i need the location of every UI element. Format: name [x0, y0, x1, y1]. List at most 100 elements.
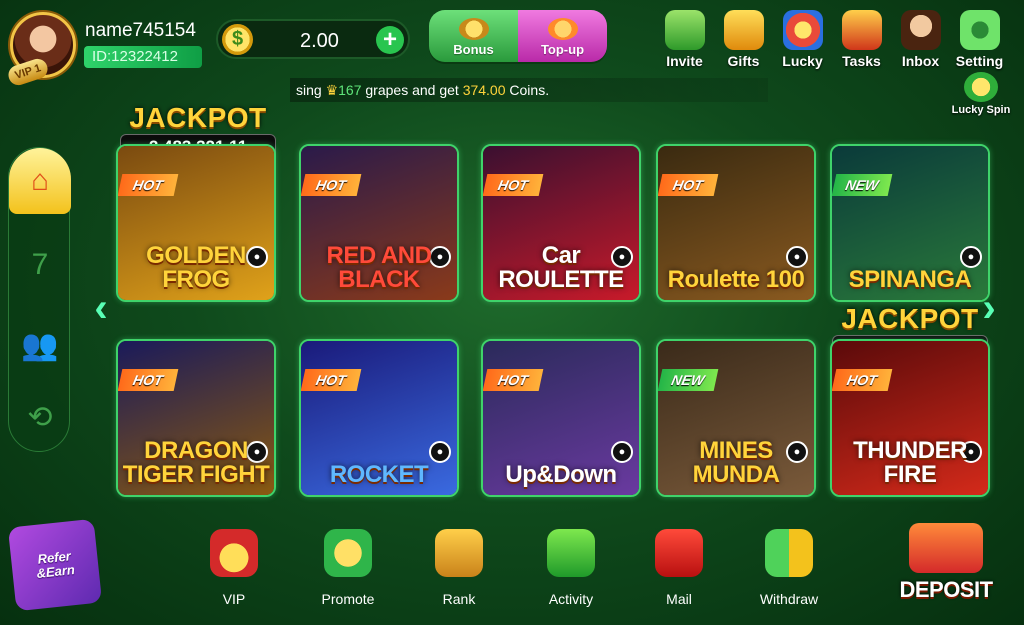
game-title: Car ROULETTE [498, 242, 624, 293]
bonus-icon [458, 18, 489, 40]
marquee-prefix: sing [296, 82, 326, 98]
lock-icon: ● [960, 246, 982, 268]
refer-earn-label: Refer &Earn [34, 548, 76, 581]
game-title: RED AND BLACK [326, 242, 432, 293]
marquee-amount: 374.00 [462, 82, 506, 98]
bonus-button[interactable]: Bonus [429, 10, 518, 62]
top-menu-label: Setting [955, 53, 1004, 69]
game-card[interactable]: HOT ● Up&Down [481, 339, 641, 497]
top-menu-inbox[interactable]: Inbox [891, 10, 950, 69]
game-title: DRAGON TIGER FIGHT [122, 437, 270, 488]
bottom-nav-vip[interactable]: VIP [194, 529, 274, 607]
lock-icon: ● [611, 441, 633, 463]
history-icon: ⟲ [27, 400, 53, 434]
game-title: THUNDER FIRE [853, 437, 967, 488]
crown-icon [210, 529, 258, 577]
vip-badge: VIP 1 [5, 56, 51, 88]
game-badge: HOT [832, 369, 893, 391]
gear-icon [959, 10, 1000, 50]
game-title: ROCKET [329, 461, 429, 488]
game-badge: HOT [301, 174, 362, 196]
game-card[interactable]: HOT ● Roulette 100 [656, 144, 816, 302]
balance-value: 2.00 [300, 30, 339, 52]
bottom-nav-label: Mail [666, 591, 692, 607]
game-title: GOLDEN FROG [146, 242, 246, 293]
bonus-label: Bonus [453, 42, 494, 57]
bottom-nav-rank[interactable]: Rank [419, 529, 499, 607]
bottom-nav-label: Promote [321, 591, 375, 607]
lucky-spin-icon [964, 72, 998, 102]
bottom-nav-label: VIP [222, 591, 246, 607]
marquee-count: 167 [338, 82, 362, 98]
user-profile[interactable]: VIP 1 name745154 ID:12322412 [5, 12, 210, 88]
marquee-middle: grapes and get [361, 82, 463, 98]
bottom-nav-label: Rank [442, 591, 476, 607]
bottom-nav-activity[interactable]: Activity [531, 529, 611, 607]
withdraw-icon [765, 529, 813, 577]
game-badge: HOT [483, 369, 544, 391]
topup-label: Top-up [540, 42, 585, 57]
bottom-nav-withdraw[interactable]: Withdraw [749, 529, 829, 607]
top-menu-invite[interactable]: Invite [655, 10, 714, 69]
top-menu-label: Lucky [782, 53, 823, 69]
tasks-icon [841, 10, 882, 50]
game-card[interactable]: NEW ● MINES MUNDA [656, 339, 816, 497]
top-menu-label: Tasks [842, 53, 881, 69]
top-menu-label: Invite [666, 53, 703, 69]
top-menu: Invite Gifts Lucky Tasks Inbox Setting [655, 10, 1009, 69]
side-nav: ⌂ 7 👥 ⟲ [8, 147, 71, 452]
balance-box: $ 2.00 + [216, 19, 410, 59]
invite-icon [664, 10, 705, 50]
top-menu-lucky[interactable]: Lucky [773, 10, 832, 69]
jackpot-label: JACKPOT [841, 303, 979, 334]
side-nav-history[interactable]: ⟲ [9, 384, 71, 450]
topup-icon [547, 18, 578, 40]
game-badge: NEW [832, 174, 893, 196]
top-menu-label: Gifts [727, 53, 760, 69]
gift-box-icon [547, 529, 595, 577]
user-id: ID:12322412 [84, 46, 202, 68]
game-card[interactable]: HOT ● RED AND BLACK [299, 144, 459, 302]
side-nav-slots[interactable]: 7 [9, 232, 71, 298]
dollar-coin-icon: $ [222, 24, 253, 55]
top-menu-gifts[interactable]: Gifts [714, 10, 773, 69]
people-icon: 👥 [21, 328, 59, 362]
chevron-left-icon[interactable]: ‹ [86, 288, 116, 328]
bottom-nav-label: Withdraw [759, 591, 819, 607]
game-badge: NEW [658, 369, 719, 391]
game-card[interactable]: HOT ● GOLDEN FROG [116, 144, 276, 302]
bottom-nav-mail[interactable]: Mail [639, 529, 719, 607]
lucky-wheel-icon [782, 10, 823, 50]
crown-icon: ♛ [325, 82, 339, 98]
game-card[interactable]: HOT ● THUNDER FIRE [830, 339, 990, 497]
bottom-nav: Refer &Earn VIP Promote Rank Activity Mai… [0, 515, 1024, 625]
refer-line2: &Earn [35, 562, 76, 581]
coins-icon [324, 529, 372, 577]
game-badge: HOT [118, 174, 179, 196]
refer-earn-button[interactable]: Refer &Earn [7, 518, 103, 612]
username: name745154 [85, 20, 196, 41]
game-card[interactable]: NEW ● SPINANGA [830, 144, 990, 302]
side-nav-friends[interactable]: 👥 [9, 312, 71, 378]
top-menu-setting[interactable]: Setting [950, 10, 1009, 69]
topup-button[interactable]: Top-up [518, 10, 607, 62]
inbox-icon [900, 10, 941, 50]
side-nav-home[interactable]: ⌂ [9, 148, 71, 214]
slots-777-icon: 7 [31, 248, 49, 281]
game-title: SPINANGA [848, 266, 972, 293]
gift-icon [723, 10, 764, 50]
bottom-nav-promote[interactable]: Promote [308, 529, 388, 607]
lock-icon: ● [429, 441, 451, 463]
game-card[interactable]: HOT ● Car ROULETTE [481, 144, 641, 302]
add-funds-button[interactable]: + [376, 26, 404, 54]
game-badge: HOT [301, 369, 362, 391]
lucky-spin-button[interactable]: Lucky Spin [947, 72, 1015, 116]
game-card[interactable]: HOT ● ROCKET [299, 339, 459, 497]
deposit-label: DEPOSIT [899, 577, 993, 602]
bottom-nav-label: Activity [548, 591, 594, 607]
game-card[interactable]: HOT ● DRAGON TIGER FIGHT [116, 339, 276, 497]
announcement-marquee: sing ♛167 grapes and get 374.00 Coins. [290, 78, 768, 102]
top-menu-tasks[interactable]: Tasks [832, 10, 891, 69]
game-title: MINES MUNDA [692, 437, 780, 488]
deposit-button[interactable]: DEPOSIT [890, 523, 1002, 603]
